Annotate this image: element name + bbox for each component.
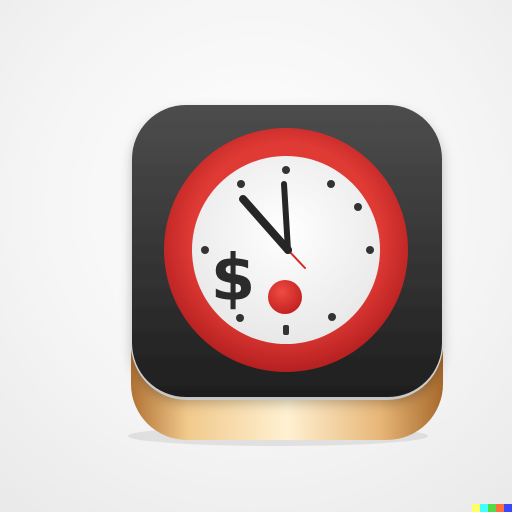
red-indicator-dot — [268, 280, 302, 314]
dollar-sign: $ — [211, 242, 256, 316]
minute-hand — [281, 181, 291, 253]
clock-pivot — [284, 246, 292, 254]
watermark-swatch — [496, 504, 504, 512]
app-icon-canvas: $ — [0, 0, 512, 512]
watermark-swatch — [472, 504, 480, 512]
watermark-swatch — [488, 504, 496, 512]
watermark-swatch — [504, 504, 512, 512]
color-watermark — [472, 504, 512, 512]
clock-money-app-icon: $ — [128, 104, 443, 446]
watermark-swatch — [480, 504, 488, 512]
